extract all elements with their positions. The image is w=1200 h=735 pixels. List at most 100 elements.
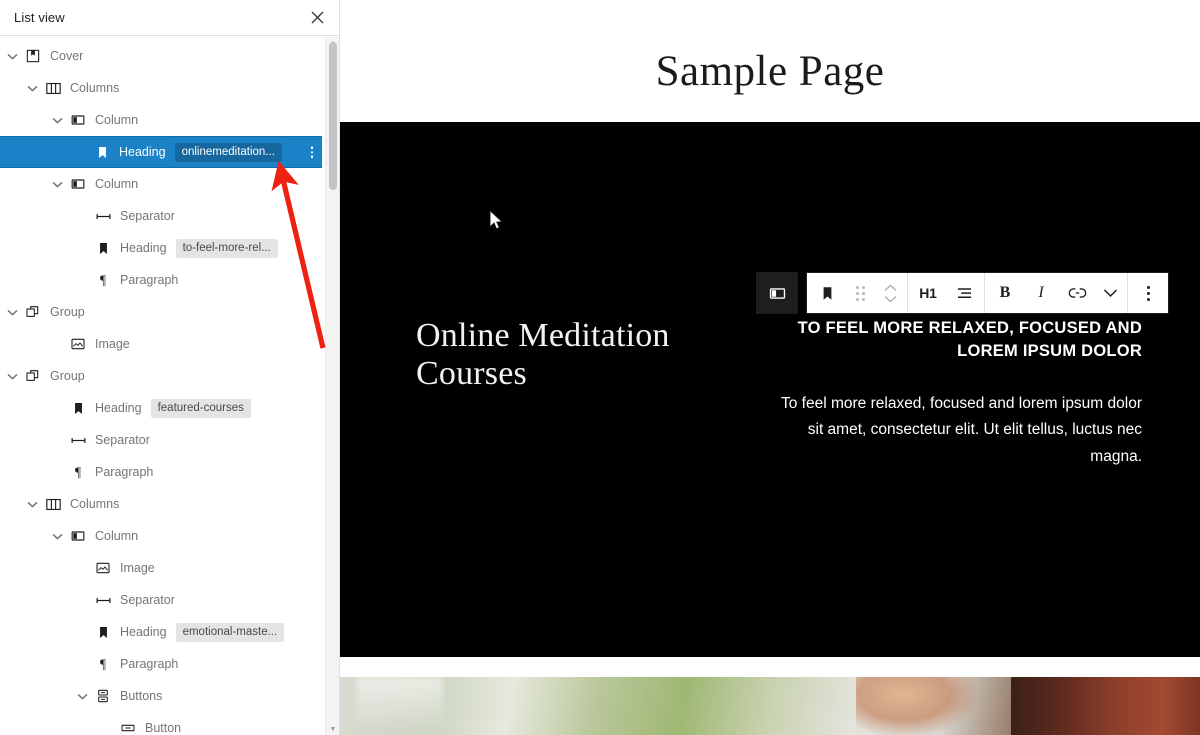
tree-row-label: Image [95, 337, 130, 351]
link-button[interactable] [1059, 273, 1095, 313]
svg-text:¶: ¶ [75, 465, 81, 480]
svg-text:¶: ¶ [100, 657, 106, 672]
tree-row-button-21[interactable]: Button [0, 712, 339, 735]
heading-icon [67, 397, 89, 419]
tree-row-heading-18[interactable]: Heading emotional-maste... [0, 616, 339, 648]
tree-row-columns-14[interactable]: Columns [0, 488, 339, 520]
chevron-down-icon[interactable] [22, 494, 42, 514]
more-formatting-button[interactable] [1095, 273, 1125, 313]
featured-image-photo[interactable] [340, 677, 1200, 735]
tree-row-heading-11[interactable]: Heading featured-courses [0, 392, 339, 424]
tree-row-separator-5[interactable]: Separator [0, 200, 339, 232]
cover-block[interactable]: Online Meditation Courses To feel more r… [340, 122, 1200, 657]
tree-row-separator-12[interactable]: Separator [0, 424, 339, 456]
column-icon [768, 284, 787, 303]
scrollbar-thumb[interactable] [329, 42, 337, 190]
tree-row-label: Separator [120, 209, 175, 223]
toolbar-group-block [807, 273, 908, 313]
tree-row-heading-6[interactable]: Heading to-feel-more-rel... [0, 232, 339, 264]
column-icon [67, 525, 89, 547]
editor-canvas[interactable]: Sample Page Online Meditation Courses To… [340, 0, 1200, 735]
bold-button[interactable]: B [987, 273, 1023, 313]
chevron-down-icon[interactable] [22, 78, 42, 98]
tree-row-column-4[interactable]: Column [0, 168, 339, 200]
tree-row-label: Group [50, 305, 85, 319]
block-toolbar[interactable]: H1 B I [756, 272, 1169, 314]
sidebar-scrollbar[interactable]: ▲ ▼ [325, 37, 339, 735]
kebab-icon [1146, 285, 1150, 301]
cover-column-left[interactable]: Online Meditation Courses [340, 317, 780, 393]
chevron-down-icon[interactable] [2, 366, 22, 386]
drag-handle[interactable] [845, 273, 875, 313]
drag-dots-icon [855, 285, 865, 301]
tree-row-paragraph-19[interactable]: ¶ Paragraph [0, 648, 339, 680]
block-type-heading-button[interactable] [809, 273, 845, 313]
tree-row-label: Image [120, 561, 155, 575]
tree-row-image-9[interactable]: Image [0, 328, 339, 360]
heading-level-button[interactable]: H1 [910, 273, 946, 313]
chevron-down-icon[interactable] [2, 302, 22, 322]
chevron-down-icon[interactable] [47, 526, 67, 546]
row-options-kebab-icon[interactable] [310, 146, 313, 158]
columns-icon [42, 493, 64, 515]
tree-row-image-16[interactable]: Image [0, 552, 339, 584]
cover-column-right[interactable]: To feel more relaxed, focused and lorem … [780, 317, 1200, 471]
select-parent-column-button[interactable] [756, 272, 798, 314]
tree-row-group-10[interactable]: Group [0, 360, 339, 392]
tree-row-label: Buttons [120, 689, 163, 703]
block-options-button[interactable] [1130, 273, 1166, 313]
image-icon [67, 333, 89, 355]
tree-row-column-15[interactable]: Column [0, 520, 339, 552]
tree-row-label: Columns [70, 81, 120, 95]
move-up-down-button[interactable] [875, 273, 905, 313]
tree-row-label: Separator [120, 593, 175, 607]
chevron-down-icon[interactable] [72, 686, 92, 706]
text-align-button[interactable] [946, 273, 982, 313]
block-tree[interactable]: Cover Columns Column Heading onlinemeditatio… [0, 37, 339, 735]
paragraph-icon: ¶ [92, 653, 114, 675]
heading-icon [92, 237, 114, 259]
tree-row-paragraph-13[interactable]: ¶ Paragraph [0, 456, 339, 488]
block-toolbar-main[interactable]: H1 B I [806, 272, 1169, 314]
cover-subheading[interactable]: To feel more relaxed, focused and lorem … [780, 317, 1142, 363]
tree-row-label: Heading [95, 401, 142, 415]
tree-row-label: Column [95, 529, 139, 543]
columns-icon [42, 77, 64, 99]
cover-heading[interactable]: Online Meditation Courses [416, 317, 780, 393]
link-icon [1068, 286, 1087, 300]
cover-icon [22, 45, 44, 67]
heading-icon [819, 285, 836, 302]
image-icon [92, 557, 114, 579]
tree-row-paragraph-7[interactable]: ¶ Paragraph [0, 264, 339, 296]
tree-row-heading-3[interactable]: Heading onlinemeditation... [0, 136, 322, 168]
close-icon[interactable] [303, 4, 331, 32]
tree-row-group-8[interactable]: Group [0, 296, 339, 328]
tree-row-anchor-pill: to-feel-more-rel... [175, 238, 278, 258]
tree-row-cover-0[interactable]: Cover [0, 40, 339, 72]
button-icon [117, 717, 139, 735]
svg-text:¶: ¶ [100, 273, 106, 288]
chevron-down-icon [883, 295, 897, 303]
chevron-down-icon[interactable] [47, 174, 67, 194]
tree-row-columns-1[interactable]: Columns [0, 72, 339, 104]
tree-row-buttons-20[interactable]: Buttons [0, 680, 339, 712]
page-title[interactable]: Sample Page [340, 0, 1200, 93]
heading-icon [91, 141, 113, 163]
chevron-down-icon[interactable] [2, 46, 22, 66]
chevron-down-icon[interactable] [47, 110, 67, 130]
cover-paragraph[interactable]: To feel more relaxed, focused and lorem … [780, 391, 1142, 471]
scroll-down-icon[interactable]: ▼ [326, 723, 340, 735]
tree-row-column-2[interactable]: Column [0, 104, 339, 136]
tree-row-anchor-pill: featured-courses [150, 398, 251, 418]
tree-row-label: Heading [119, 145, 166, 159]
cover-columns: Online Meditation Courses To feel more r… [340, 317, 1200, 471]
tree-row-separator-17[interactable]: Separator [0, 584, 339, 616]
photo-content [340, 677, 1200, 735]
tree-row-label: Heading [120, 625, 167, 639]
italic-button[interactable]: I [1023, 273, 1059, 313]
